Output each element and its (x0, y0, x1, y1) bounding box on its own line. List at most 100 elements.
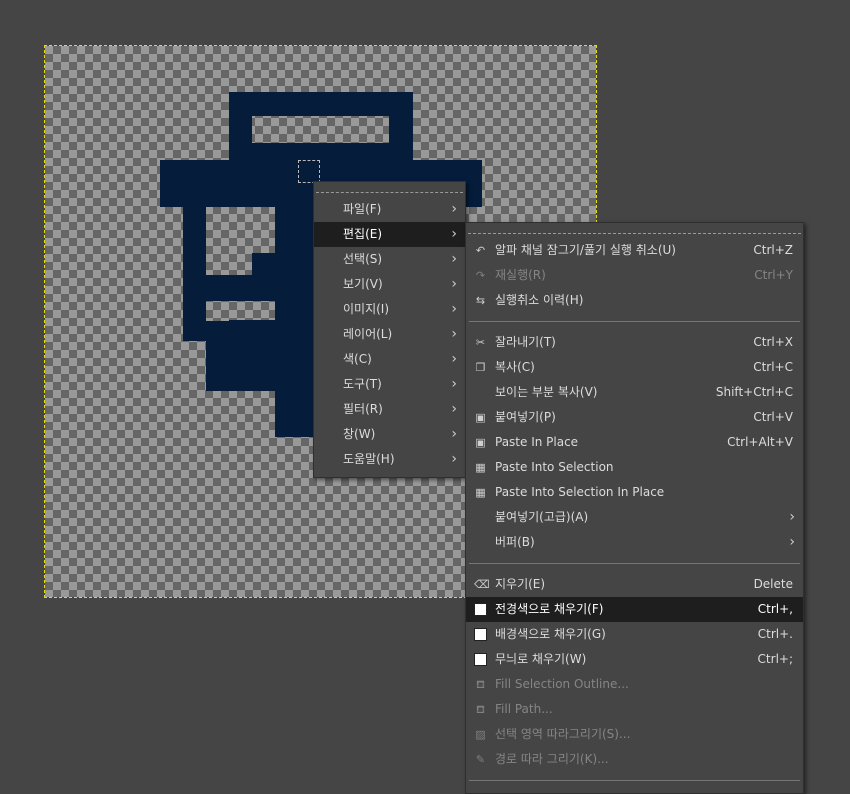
shape-hole (252, 116, 389, 143)
menu-item-label: 도구(T) (343, 377, 382, 391)
menu-item-label: 실행취소 이력(H) (495, 293, 584, 307)
menu-item-layer[interactable]: 레이어(L) › (314, 322, 465, 347)
menu-item-label: 지우기(E) (495, 577, 546, 591)
menu-item-label: Fill Selection Outline... (495, 677, 629, 691)
menu-item-label: 알파 채널 잠그기/풀기 실행 취소(U) (495, 243, 676, 257)
menu-item-cut[interactable]: ✂ 잘라내기(T) Ctrl+X (466, 330, 803, 355)
menu-item-shortcut: Ctrl+V (753, 410, 793, 424)
menu-item-file[interactable]: 파일(F) › (314, 197, 465, 222)
menu-item-label: 레이어(L) (343, 327, 393, 341)
menu-item-undo[interactable]: ↶ 알파 채널 잠그기/풀기 실행 취소(U) Ctrl+Z (466, 238, 803, 263)
menu-item-label: 도움말(H) (343, 452, 395, 466)
redo-icon: ↷ (475, 269, 486, 282)
menu-item-label: 보기(V) (343, 277, 383, 291)
paste-into-icon: ▦ (475, 486, 486, 499)
chevron-right-icon: › (451, 201, 457, 217)
bucket-fill-icon: ⛾ (476, 678, 485, 691)
menu-item-filters[interactable]: 필터(R) › (314, 397, 465, 422)
menu-item-shortcut: Ctrl+Z (753, 243, 793, 257)
menu-item-label: 재실행(R) (495, 268, 546, 282)
menu-tearoff[interactable] (468, 223, 801, 234)
stroke-path-icon: ✎ (475, 753, 486, 766)
menu-item-redo: ↷ 재실행(R) Ctrl+Y (466, 263, 803, 288)
menu-tearoff[interactable] (316, 182, 463, 193)
menu-item-shortcut: Ctrl+, (757, 602, 793, 616)
menu-item-stroke-path: ✎ 경로 따라 그리기(K)... (466, 747, 803, 772)
selection-marker (298, 160, 320, 183)
menu-item-clear[interactable]: ⌫ 지우기(E) Delete (466, 572, 803, 597)
menu-item-label: 배경색으로 채우기(G) (495, 627, 606, 641)
menu-item-label: 선택 영역 따라그리기(S)... (495, 727, 631, 741)
scissors-icon: ✂ (475, 336, 486, 349)
stroke-selection-icon: ▨ (475, 728, 486, 741)
menu-item-buffer[interactable]: 버퍼(B) › (466, 530, 803, 555)
menu-item-paste-into-selection-in-place[interactable]: ▦ Paste Into Selection In Place (466, 480, 803, 505)
menu-item-label: 무늬로 채우기(W) (495, 652, 587, 666)
menu-item-edit[interactable]: 편집(E) › (314, 222, 465, 247)
menu-item-stroke-selection: ▨ 선택 영역 따라그리기(S)... (466, 722, 803, 747)
chevron-right-icon: › (451, 226, 457, 242)
menu-item-help[interactable]: 도움말(H) › (314, 447, 465, 472)
menu-item-shortcut: Ctrl+X (753, 335, 793, 349)
menu-item-label: 복사(C) (495, 360, 535, 374)
menu-item-shortcut: Ctrl+Y (754, 268, 793, 282)
menu-item-label: Paste In Place (495, 435, 579, 449)
menu-item-label: 색(C) (343, 352, 372, 366)
menu-item-tools[interactable]: 도구(T) › (314, 372, 465, 397)
chevron-right-icon: › (789, 509, 795, 525)
menu-separator (469, 780, 800, 781)
chevron-right-icon: › (451, 301, 457, 317)
menu-item-copy-visible[interactable]: 보이는 부분 복사(V) Shift+Ctrl+C (466, 380, 803, 405)
menu-item-colors[interactable]: 색(C) › (314, 347, 465, 372)
pattern-swatch-icon (474, 653, 487, 666)
clipboard-icon: ▣ (475, 411, 486, 424)
menu-item-paste-as[interactable]: 붙여넣기(고급)(A) › (466, 505, 803, 530)
menu-item-label: 이미지(I) (343, 302, 390, 316)
menu-item-windows[interactable]: 창(W) › (314, 422, 465, 447)
menu-separator (469, 563, 800, 564)
menu-item-label: 버퍼(B) (495, 535, 535, 549)
copy-icon: ❐ (475, 361, 486, 374)
fg-color-swatch-icon (474, 603, 487, 616)
menu-item-image[interactable]: 이미지(I) › (314, 297, 465, 322)
context-menu: 파일(F) › 편집(E) › 선택(S) › 보기(V) › 이미지(I) › 레이어(… (313, 181, 466, 478)
bg-color-swatch-icon (474, 628, 487, 641)
menu-item-shortcut: Shift+Ctrl+C (715, 385, 793, 399)
menu-item-label: 붙여넣기(P) (495, 410, 556, 424)
menu-item-paste-in-place[interactable]: ▣ Paste In Place Ctrl+Alt+V (466, 430, 803, 455)
chevron-right-icon: › (451, 326, 457, 342)
menu-item-label: 편집(E) (343, 227, 383, 241)
chevron-right-icon: › (451, 276, 457, 292)
menu-item-shortcut: Ctrl+. (757, 627, 793, 641)
menu-item-label: 선택(S) (343, 252, 383, 266)
menu-item-select[interactable]: 선택(S) › (314, 247, 465, 272)
chevron-right-icon: › (451, 351, 457, 367)
menu-item-copy[interactable]: ❐ 복사(C) Ctrl+C (466, 355, 803, 380)
erase-icon: ⌫ (474, 578, 490, 591)
menu-item-fill-pattern[interactable]: 무늬로 채우기(W) Ctrl+; (466, 647, 803, 672)
chevron-right-icon: › (789, 534, 795, 550)
menu-item-paste[interactable]: ▣ 붙여넣기(P) Ctrl+V (466, 405, 803, 430)
chevron-right-icon: › (451, 451, 457, 467)
menu-item-view[interactable]: 보기(V) › (314, 272, 465, 297)
menu-item-label: Paste Into Selection In Place (495, 485, 665, 499)
menu-item-shortcut: Ctrl+Alt+V (727, 435, 793, 449)
shape-part (275, 205, 315, 437)
menu-item-label: 잘라내기(T) (495, 335, 556, 349)
menu-item-undo-history[interactable]: ⇆ 실행취소 이력(H) (466, 288, 803, 313)
chevron-right-icon: › (451, 426, 457, 442)
history-icon: ⇆ (475, 294, 486, 307)
menu-item-fill-selection-outline: ⛾ Fill Selection Outline... (466, 672, 803, 697)
menu-item-fill-bg[interactable]: 배경색으로 채우기(G) Ctrl+. (466, 622, 803, 647)
undo-icon: ↶ (475, 244, 486, 257)
menu-item-fill-fg[interactable]: 전경색으로 채우기(F) Ctrl+, (466, 597, 803, 622)
menu-item-paste-into-selection[interactable]: ▦ Paste Into Selection (466, 455, 803, 480)
chevron-right-icon: › (451, 376, 457, 392)
menu-item-label: Fill Path... (495, 702, 553, 716)
menu-item-label: 파일(F) (343, 202, 382, 216)
menu-item-label: 필터(R) (343, 402, 383, 416)
paste-into-icon: ▦ (475, 461, 486, 474)
menu-item-shortcut: Ctrl+C (753, 360, 793, 374)
menu-item-label: 창(W) (343, 427, 376, 441)
chevron-right-icon: › (451, 401, 457, 417)
